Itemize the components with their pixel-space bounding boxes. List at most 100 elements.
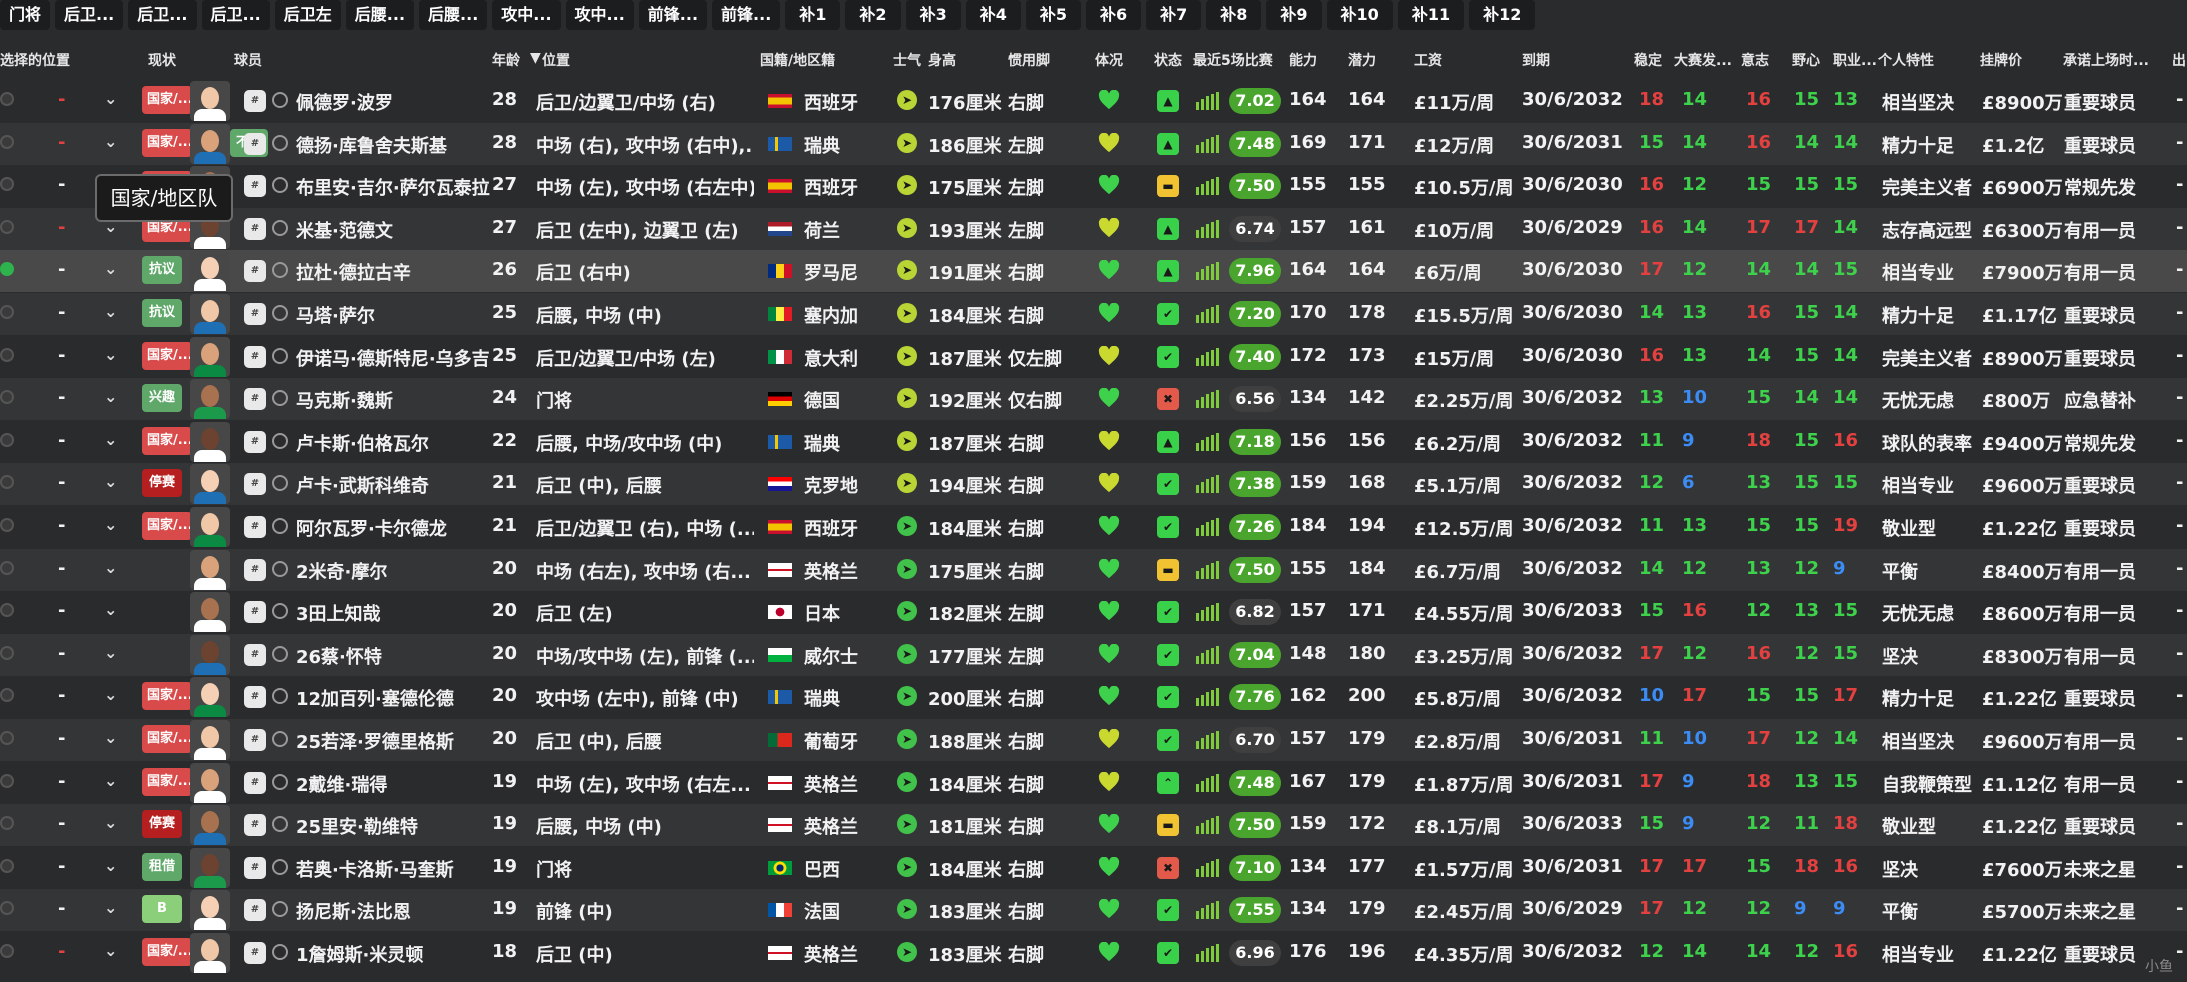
player-name[interactable]: 布里安·吉尔·萨尔瓦泰拉 bbox=[296, 174, 490, 200]
player-name[interactable]: 3田上知哉 bbox=[296, 600, 381, 626]
col-playing-time[interactable]: 承诺上场时... bbox=[2063, 50, 2149, 70]
select-radio[interactable] bbox=[0, 134, 14, 149]
chevron-down-icon[interactable]: ⌄ bbox=[104, 685, 117, 704]
status-badge[interactable]: 国家/... bbox=[142, 128, 192, 157]
col-determination[interactable]: 意志 bbox=[1741, 50, 1769, 70]
player-avatar[interactable] bbox=[190, 805, 230, 846]
chevron-down-icon[interactable]: ⌄ bbox=[104, 771, 117, 790]
chevron-down-icon[interactable]: ⌄ bbox=[104, 941, 117, 960]
chevron-down-icon[interactable]: ⌄ bbox=[104, 302, 117, 321]
col-foot[interactable]: 惯用脚 bbox=[1008, 50, 1050, 70]
nationality[interactable]: 意大利 bbox=[804, 345, 858, 371]
position-tab[interactable]: 后卫左 bbox=[274, 0, 341, 30]
player-avatar[interactable] bbox=[190, 507, 230, 547]
chevron-down-icon[interactable]: ⌄ bbox=[104, 600, 117, 619]
chevron-down-icon[interactable]: ⌄ bbox=[104, 259, 117, 278]
selected-position[interactable]: - bbox=[58, 259, 65, 280]
chevron-down-icon[interactable]: ⌄ bbox=[104, 856, 117, 875]
nationality[interactable]: 西班牙 bbox=[804, 515, 858, 541]
selected-position[interactable]: - bbox=[58, 728, 65, 749]
col-personality[interactable]: 个人特性 bbox=[1878, 50, 1934, 70]
player-name[interactable]: 25里安·勒维特 bbox=[296, 813, 418, 839]
player-avatar[interactable] bbox=[190, 549, 230, 590]
selected-position[interactable]: - bbox=[58, 472, 65, 493]
status-badge[interactable]: 国家/... bbox=[142, 341, 192, 370]
chevron-down-icon[interactable]: ⌄ bbox=[104, 558, 117, 577]
col-last5[interactable]: 最近5场比赛 bbox=[1193, 50, 1273, 70]
position-tab[interactable]: 补7 bbox=[1146, 0, 1202, 30]
position-tab[interactable]: 攻中... bbox=[492, 0, 561, 30]
chevron-down-icon[interactable]: ⌄ bbox=[104, 898, 117, 917]
status-badge[interactable]: 抗议 bbox=[142, 256, 182, 285]
position-tab[interactable]: 补10 bbox=[1326, 0, 1393, 30]
table-row[interactable]: - ⌄ 抗议 # 马塔·萨尔 25 后腰, 中场 (中) 塞内加 ➤ 184厘米… bbox=[0, 293, 2187, 335]
table-row[interactable]: - ⌄ 停赛 # 25里安·勒维特 19 后腰, 中场 (中) 英格兰 ➤ 18… bbox=[0, 804, 2187, 847]
player-avatar[interactable] bbox=[190, 336, 230, 377]
position-tab[interactable]: 补1 bbox=[785, 0, 841, 30]
col-ambition[interactable]: 野心 bbox=[1792, 50, 1820, 70]
col-ca[interactable]: 能力 bbox=[1289, 50, 1317, 70]
chevron-down-icon[interactable]: ⌄ bbox=[104, 643, 117, 662]
table-row[interactable]: - ⌄ 租借 # 若奥·卡洛斯·马奎斯 19 门将 巴西 ➤ 184厘米 右脚 … bbox=[0, 847, 2187, 889]
player-name[interactable]: 若奥·卡洛斯·马奎斯 bbox=[296, 856, 454, 882]
col-morale[interactable]: 士气 bbox=[893, 50, 921, 70]
position-tab[interactable]: 补12 bbox=[1469, 0, 1536, 30]
table-row[interactable]: - ⌄ 国家/... # 伊诺马·德斯特尼·乌多吉 25 后卫/边翼卫/中场 (… bbox=[0, 336, 2187, 378]
nationality[interactable]: 瑞典 bbox=[804, 132, 840, 158]
player-name[interactable]: 阿尔瓦罗·卡尔德龙 bbox=[296, 515, 447, 541]
position-tab[interactable]: 补9 bbox=[1266, 0, 1322, 30]
select-radio[interactable] bbox=[0, 92, 14, 106]
position-tab[interactable]: 后卫... bbox=[55, 0, 124, 30]
col-professionalism[interactable]: 职业... bbox=[1833, 50, 1877, 70]
position-tab[interactable]: 后腰... bbox=[419, 0, 488, 30]
status-badge[interactable]: 停赛 bbox=[142, 469, 182, 498]
selected-position[interactable]: - bbox=[58, 856, 65, 877]
status-badge[interactable]: 国家/... bbox=[142, 767, 192, 796]
selected-position[interactable]: - bbox=[58, 174, 65, 195]
selected-position[interactable]: - bbox=[58, 345, 65, 366]
table-row[interactable]: - ⌄ 国家/... # 12加百列·塞德伦德 20 攻中场 (左中), 前锋 … bbox=[0, 676, 2187, 718]
player-avatar[interactable] bbox=[190, 592, 230, 633]
player-avatar[interactable] bbox=[190, 421, 230, 462]
chevron-down-icon[interactable]: ⌄ bbox=[104, 515, 117, 534]
col-big-matches[interactable]: 大赛发... bbox=[1674, 50, 1732, 70]
player-avatar[interactable] bbox=[190, 123, 230, 164]
select-radio[interactable] bbox=[0, 475, 14, 490]
player-name[interactable]: 德扬·库鲁舍夫斯基 bbox=[296, 132, 447, 158]
select-radio[interactable] bbox=[0, 347, 14, 362]
player-avatar[interactable] bbox=[190, 890, 230, 931]
status-badge[interactable]: 国家/... bbox=[142, 938, 192, 966]
player-name[interactable]: 1詹姆斯·米灵顿 bbox=[296, 941, 423, 967]
selected-position[interactable]: - bbox=[58, 430, 65, 451]
position-tab[interactable]: 补11 bbox=[1397, 0, 1465, 30]
chevron-down-icon[interactable]: ⌄ bbox=[104, 472, 117, 491]
select-radio[interactable] bbox=[0, 560, 14, 575]
player-name[interactable]: 马塔·萨尔 bbox=[296, 302, 375, 328]
selected-position[interactable]: - bbox=[58, 813, 65, 834]
selected-position[interactable]: - bbox=[58, 600, 65, 621]
chevron-down-icon[interactable]: ⌄ bbox=[104, 345, 117, 364]
status-badge[interactable]: 国家/... bbox=[142, 426, 192, 455]
col-nation[interactable]: 国籍/地区籍 bbox=[760, 50, 835, 70]
selected-position[interactable]: - bbox=[58, 217, 65, 238]
position-tab[interactable]: 后卫... bbox=[128, 0, 197, 30]
col-consistency[interactable]: 稳定 bbox=[1634, 50, 1662, 70]
select-radio[interactable] bbox=[0, 518, 14, 532]
table-row[interactable]: - ⌄ 停赛 # 卢卡·武斯科维奇 21 后卫 (中), 后腰 克罗地 ➤ 19… bbox=[0, 463, 2187, 506]
player-avatar[interactable] bbox=[190, 933, 230, 973]
nationality[interactable]: 日本 bbox=[804, 600, 840, 626]
table-row[interactable]: - ⌄ # 3田上知哉 20 后卫 (左) 日本 ➤ 182厘米 左脚 ✔ 6.… bbox=[0, 591, 2187, 633]
nationality[interactable]: 瑞典 bbox=[804, 430, 840, 456]
position-tab[interactable]: 后腰... bbox=[345, 0, 415, 30]
player-name[interactable]: 2戴维·瑞得 bbox=[296, 771, 387, 797]
table-row[interactable]: - ⌄ 国家/... # 阿尔瓦罗·卡尔德龙 21 后卫/边翼卫 (右), 中场… bbox=[0, 506, 2187, 548]
nationality[interactable]: 葡萄牙 bbox=[804, 728, 858, 754]
position-tab[interactable]: 补8 bbox=[1206, 0, 1262, 30]
table-row[interactable]: - ⌄ B # 扬尼斯·法比恩 19 前锋 (中) 法国 ➤ 183厘米 右脚 … bbox=[0, 889, 2187, 932]
select-radio[interactable] bbox=[0, 262, 14, 277]
nationality[interactable]: 西班牙 bbox=[804, 89, 858, 115]
nationality[interactable]: 巴西 bbox=[804, 856, 840, 882]
status-badge[interactable]: 国家/... bbox=[142, 512, 192, 540]
select-radio[interactable] bbox=[0, 645, 14, 660]
player-avatar[interactable] bbox=[190, 677, 230, 718]
